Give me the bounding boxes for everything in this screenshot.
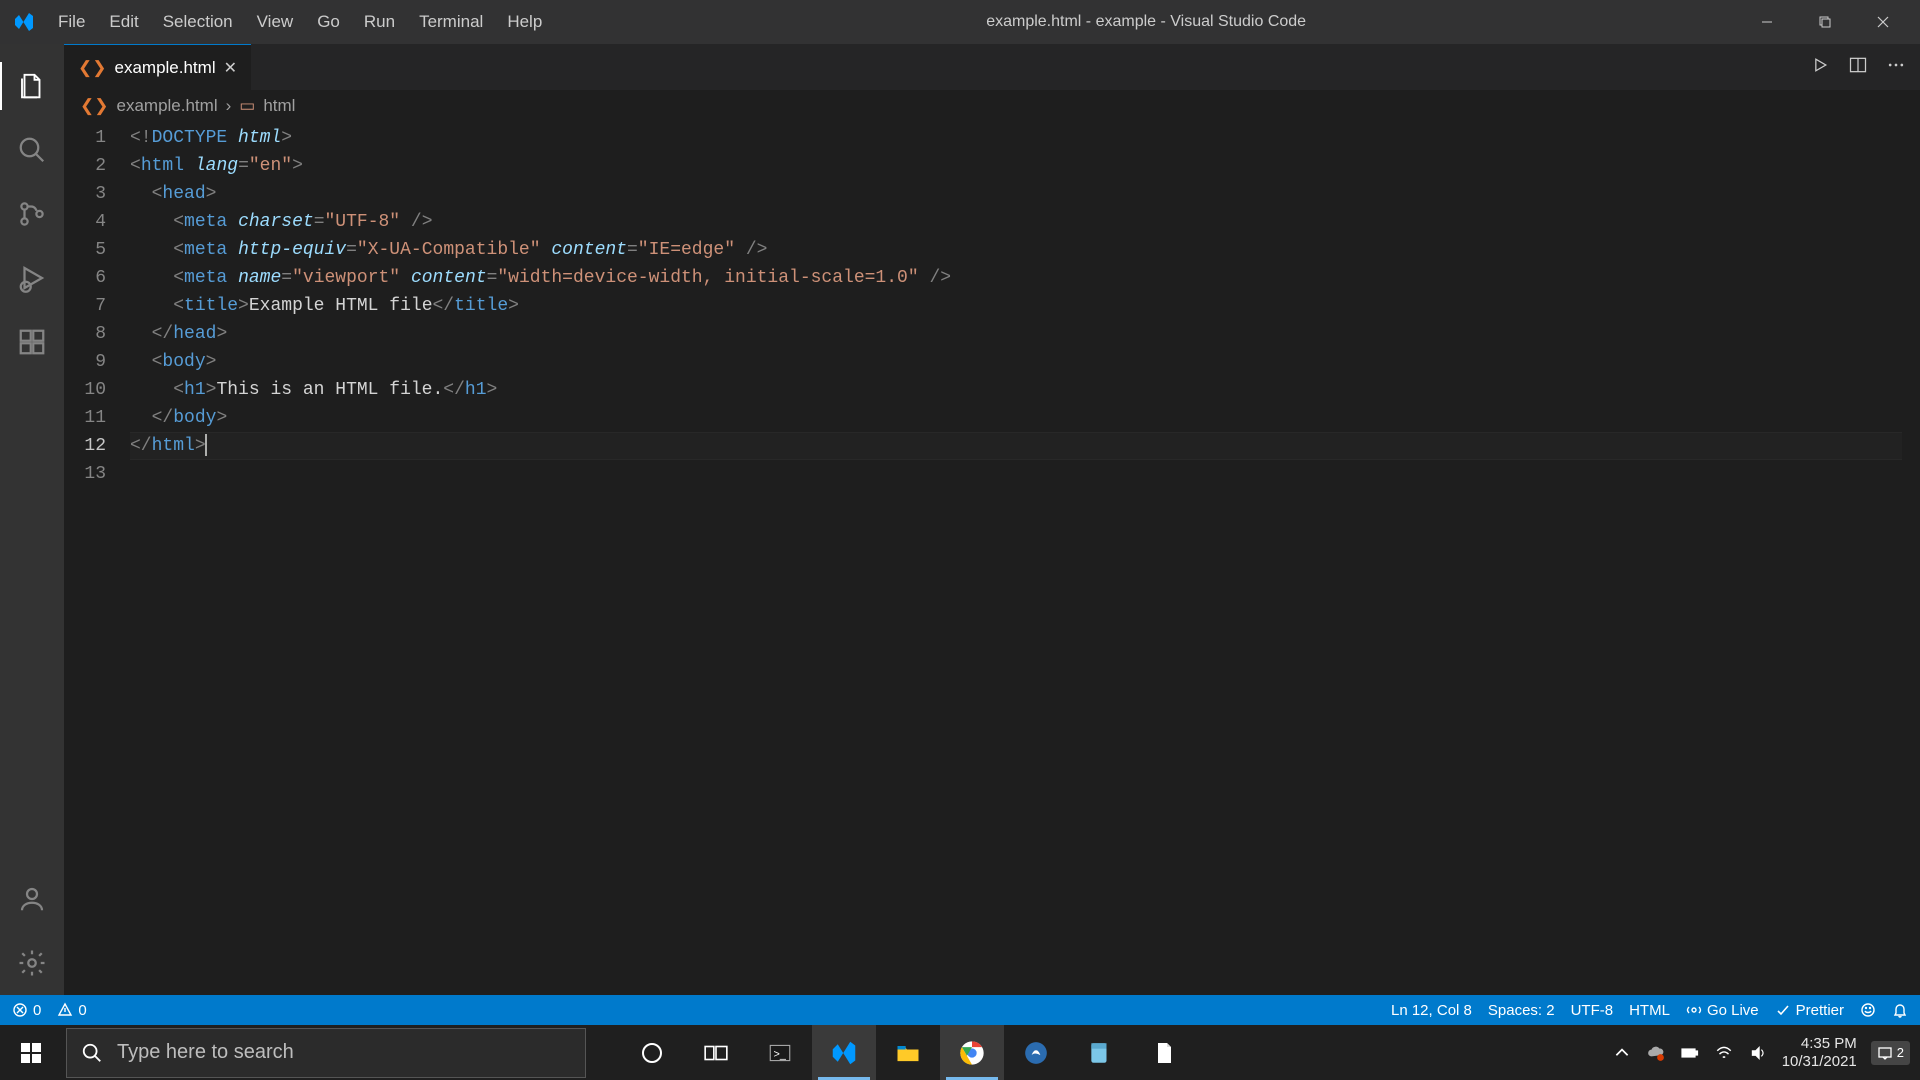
symbol-icon: ▭ [239, 96, 255, 116]
tab-example-html[interactable]: ❮❯ example.html ✕ [64, 44, 251, 90]
window-title: example.html - example - Visual Studio C… [554, 13, 1738, 31]
status-encoding[interactable]: UTF-8 [1571, 1002, 1614, 1019]
system-tray: 4:35 PM 10/31/2021 2 [1612, 1035, 1920, 1071]
menu-bar: File Edit Selection View Go Run Terminal… [46, 8, 554, 36]
status-bell-icon[interactable] [1892, 1002, 1908, 1018]
html-file-icon: ❮❯ [78, 58, 107, 78]
breadcrumb[interactable]: ❮❯ example.html › ▭ html [64, 90, 1920, 122]
status-errors[interactable]: 0 [12, 1002, 41, 1019]
status-cursor[interactable]: Ln 12, Col 8 [1391, 1002, 1472, 1019]
menu-edit[interactable]: Edit [97, 8, 150, 36]
close-button[interactable] [1854, 0, 1912, 44]
breadcrumb-file[interactable]: example.html [117, 96, 218, 116]
tray-date: 10/31/2021 [1782, 1053, 1857, 1071]
minimize-button[interactable] [1738, 0, 1796, 44]
search-icon[interactable] [0, 118, 64, 182]
status-feedback-icon[interactable] [1860, 1002, 1876, 1018]
search-icon [81, 1042, 103, 1064]
run-file-icon[interactable] [1810, 55, 1830, 80]
breadcrumb-symbol[interactable]: html [263, 96, 295, 116]
title-bar: File Edit Selection View Go Run Terminal… [0, 0, 1920, 44]
windows-taskbar: Type here to search >_ 4:35 PM 10/31/202… [0, 1025, 1920, 1080]
menu-view[interactable]: View [245, 8, 306, 36]
notif-count: 2 [1897, 1045, 1904, 1060]
code-content[interactable]: <!DOCTYPE html><html lang="en"> <head> <… [130, 122, 1902, 995]
activity-bar [0, 44, 64, 995]
run-debug-icon[interactable] [0, 246, 64, 310]
status-warnings[interactable]: 0 [57, 1002, 86, 1019]
search-placeholder: Type here to search [117, 1041, 294, 1064]
editor-actions [1810, 55, 1920, 80]
explorer-icon[interactable] [0, 54, 64, 118]
vscode-logo-icon [12, 10, 36, 34]
cortana-icon[interactable] [620, 1025, 684, 1080]
more-actions-icon[interactable] [1886, 55, 1906, 80]
chrome-app-icon[interactable] [940, 1025, 1004, 1080]
start-button[interactable] [0, 1025, 62, 1080]
menu-go[interactable]: Go [305, 8, 352, 36]
tray-clock[interactable]: 4:35 PM 10/31/2021 [1782, 1035, 1857, 1071]
tab-row: ❮❯ example.html ✕ [64, 44, 1920, 90]
editor-area: ❮❯ example.html ✕ ❮❯ example.html › ▭ ht… [64, 44, 1920, 995]
settings-gear-icon[interactable] [0, 931, 64, 995]
tray-wifi-icon[interactable] [1714, 1043, 1734, 1063]
menu-terminal[interactable]: Terminal [407, 8, 495, 36]
error-count: 0 [33, 1002, 41, 1019]
accounts-icon[interactable] [0, 867, 64, 931]
menu-selection[interactable]: Selection [151, 8, 245, 36]
svg-text:>_: >_ [774, 1048, 787, 1060]
taskbar-search[interactable]: Type here to search [66, 1028, 586, 1078]
status-spaces[interactable]: Spaces: 2 [1488, 1002, 1555, 1019]
status-prettier[interactable]: Prettier [1775, 1002, 1844, 1019]
status-language[interactable]: HTML [1629, 1002, 1670, 1019]
split-editor-icon[interactable] [1848, 55, 1868, 80]
tray-battery-icon[interactable] [1680, 1043, 1700, 1063]
maximize-button[interactable] [1796, 0, 1854, 44]
tray-chevron-up-icon[interactable] [1612, 1043, 1632, 1063]
menu-file[interactable]: File [46, 8, 97, 36]
app-icon-notes[interactable] [1068, 1025, 1132, 1080]
file-explorer-app-icon[interactable] [876, 1025, 940, 1080]
chevron-right-icon: › [226, 96, 232, 116]
code-editor[interactable]: 12345678910111213 <!DOCTYPE html><html l… [64, 122, 1920, 995]
warning-count: 0 [78, 1002, 86, 1019]
menu-help[interactable]: Help [495, 8, 554, 36]
app-icon-document[interactable] [1132, 1025, 1196, 1080]
tab-filename: example.html [115, 58, 216, 78]
tray-volume-icon[interactable] [1748, 1043, 1768, 1063]
app-icon-blue[interactable] [1004, 1025, 1068, 1080]
window-controls [1738, 0, 1912, 44]
task-view-icon[interactable] [684, 1025, 748, 1080]
tab-close-icon[interactable]: ✕ [224, 58, 237, 78]
extensions-icon[interactable] [0, 310, 64, 374]
tray-time: 4:35 PM [1782, 1035, 1857, 1053]
line-gutter: 12345678910111213 [64, 122, 130, 995]
tray-notifications[interactable]: 2 [1871, 1041, 1910, 1065]
html-file-icon: ❮❯ [80, 96, 109, 116]
minimap[interactable] [1902, 122, 1920, 995]
status-golive[interactable]: Go Live [1686, 1002, 1759, 1019]
terminal-app-icon[interactable]: >_ [748, 1025, 812, 1080]
status-bar: 0 0 Ln 12, Col 8 Spaces: 2 UTF-8 HTML Go… [0, 995, 1920, 1025]
tray-onedrive-icon[interactable] [1646, 1043, 1666, 1063]
vscode-app-icon[interactable] [812, 1025, 876, 1080]
source-control-icon[interactable] [0, 182, 64, 246]
menu-run[interactable]: Run [352, 8, 407, 36]
